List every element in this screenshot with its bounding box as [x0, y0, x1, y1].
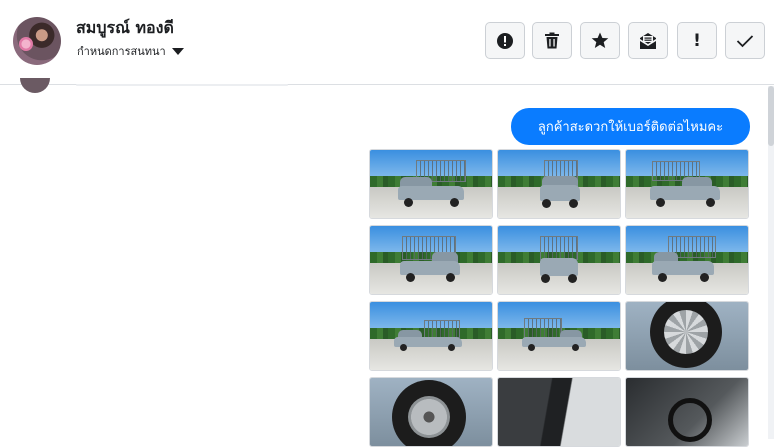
- contact-name[interactable]: สมบูรณ์ ทองดี: [76, 16, 174, 41]
- attachment-photo-4[interactable]: [369, 225, 493, 295]
- attachment-photo-10[interactable]: [369, 377, 493, 447]
- conversation-settings-dropdown[interactable]: กำหนดการสนทนา: [77, 42, 184, 60]
- sent-message-bubble[interactable]: ลูกค้าสะดวกให้เบอร์ติดต่อไหมคะ: [511, 108, 750, 145]
- attachment-photo-12[interactable]: [625, 377, 749, 447]
- open-mail-icon: [640, 32, 656, 49]
- trash-icon: [545, 32, 559, 49]
- flower-icon: [19, 37, 33, 51]
- conversation-settings-label: กำหนดการสนทนา: [77, 45, 166, 58]
- attachment-photo-5[interactable]: [497, 225, 621, 295]
- attachment-photo-9[interactable]: [625, 301, 749, 371]
- previous-message-avatar: [20, 78, 50, 93]
- contact-avatar[interactable]: [13, 17, 61, 65]
- attachment-photo-8[interactable]: [497, 301, 621, 371]
- exclamation-icon: !: [693, 30, 701, 51]
- report-button[interactable]: [485, 22, 525, 59]
- conversation-header: สมบูรณ์ ทองดี กำหนดการสนทนา !: [0, 0, 774, 85]
- thread-scrollbar[interactable]: [768, 86, 774, 439]
- important-button[interactable]: !: [677, 22, 717, 59]
- checkmark-icon: [736, 34, 754, 47]
- attachment-photo-1[interactable]: [369, 149, 493, 219]
- scrollbar-thumb[interactable]: [768, 86, 774, 146]
- star-icon: [591, 32, 609, 48]
- delete-button[interactable]: [532, 22, 572, 59]
- previous-message-edge: [76, 84, 288, 86]
- attachment-photo-7[interactable]: [369, 301, 493, 371]
- caret-down-icon: [171, 48, 184, 55]
- attachment-grid: [369, 149, 749, 447]
- attachment-photo-3[interactable]: [625, 149, 749, 219]
- attachment-photo-11[interactable]: [497, 377, 621, 447]
- star-button[interactable]: [580, 22, 620, 59]
- attachment-photo-2[interactable]: [497, 149, 621, 219]
- alert-circle-icon: [497, 32, 513, 49]
- done-button[interactable]: [725, 22, 765, 59]
- attachment-photo-6[interactable]: [625, 225, 749, 295]
- mark-unread-button[interactable]: [628, 22, 668, 59]
